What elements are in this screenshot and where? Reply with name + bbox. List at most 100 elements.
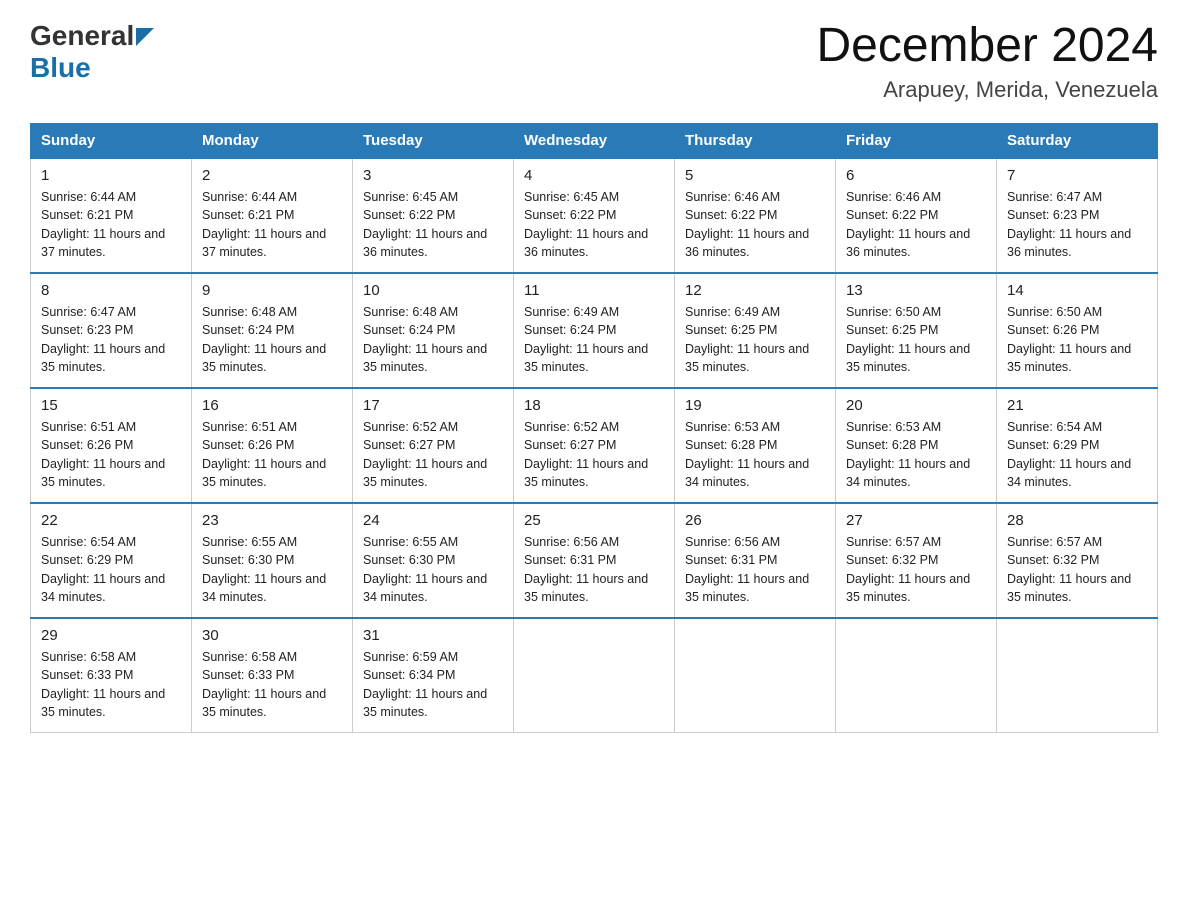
- col-header-saturday: Saturday: [997, 123, 1158, 158]
- week-row-1: 1 Sunrise: 6:44 AMSunset: 6:21 PMDaylight…: [31, 158, 1158, 273]
- calendar-cell: 4 Sunrise: 6:45 AMSunset: 6:22 PMDaylight…: [514, 158, 675, 273]
- day-info: Sunrise: 6:58 AMSunset: 6:33 PMDaylight:…: [41, 650, 165, 720]
- day-number: 20: [846, 395, 986, 416]
- day-info: Sunrise: 6:49 AMSunset: 6:24 PMDaylight:…: [524, 305, 648, 375]
- page-header: General Blue December 2024 Arapuey, Meri…: [30, 20, 1158, 103]
- day-info: Sunrise: 6:57 AMSunset: 6:32 PMDaylight:…: [1007, 535, 1131, 605]
- calendar-cell: 2 Sunrise: 6:44 AMSunset: 6:21 PMDaylight…: [192, 158, 353, 273]
- calendar-cell: 13 Sunrise: 6:50 AMSunset: 6:25 PMDayligh…: [836, 273, 997, 388]
- day-number: 10: [363, 280, 503, 301]
- calendar-cell: 30 Sunrise: 6:58 AMSunset: 6:33 PMDayligh…: [192, 618, 353, 733]
- day-number: 8: [41, 280, 181, 301]
- day-number: 30: [202, 625, 342, 646]
- col-header-wednesday: Wednesday: [514, 123, 675, 158]
- day-info: Sunrise: 6:49 AMSunset: 6:25 PMDaylight:…: [685, 305, 809, 375]
- calendar-cell: 15 Sunrise: 6:51 AMSunset: 6:26 PMDayligh…: [31, 388, 192, 503]
- calendar-cell: 22 Sunrise: 6:54 AMSunset: 6:29 PMDayligh…: [31, 503, 192, 618]
- day-info: Sunrise: 6:53 AMSunset: 6:28 PMDaylight:…: [846, 420, 970, 490]
- calendar-cell: 18 Sunrise: 6:52 AMSunset: 6:27 PMDayligh…: [514, 388, 675, 503]
- week-row-2: 8 Sunrise: 6:47 AMSunset: 6:23 PMDaylight…: [31, 273, 1158, 388]
- day-info: Sunrise: 6:48 AMSunset: 6:24 PMDaylight:…: [363, 305, 487, 375]
- day-info: Sunrise: 6:50 AMSunset: 6:25 PMDaylight:…: [846, 305, 970, 375]
- day-info: Sunrise: 6:52 AMSunset: 6:27 PMDaylight:…: [524, 420, 648, 490]
- calendar-cell: 12 Sunrise: 6:49 AMSunset: 6:25 PMDayligh…: [675, 273, 836, 388]
- day-info: Sunrise: 6:55 AMSunset: 6:30 PMDaylight:…: [202, 535, 326, 605]
- calendar-cell: 26 Sunrise: 6:56 AMSunset: 6:31 PMDayligh…: [675, 503, 836, 618]
- week-row-5: 29 Sunrise: 6:58 AMSunset: 6:33 PMDayligh…: [31, 618, 1158, 733]
- day-info: Sunrise: 6:44 AMSunset: 6:21 PMDaylight:…: [41, 190, 165, 260]
- day-number: 31: [363, 625, 503, 646]
- calendar-cell: 14 Sunrise: 6:50 AMSunset: 6:26 PMDayligh…: [997, 273, 1158, 388]
- logo-general-text: General: [30, 20, 134, 52]
- calendar-cell: 6Sunrise: 6:46 AMSunset: 6:22 PMDaylight…: [836, 158, 997, 273]
- calendar-cell: 7Sunrise: 6:47 AMSunset: 6:23 PMDaylight…: [997, 158, 1158, 273]
- day-number: 2: [202, 165, 342, 186]
- day-number: 16: [202, 395, 342, 416]
- calendar-cell: 24 Sunrise: 6:55 AMSunset: 6:30 PMDayligh…: [353, 503, 514, 618]
- calendar-cell: 25 Sunrise: 6:56 AMSunset: 6:31 PMDayligh…: [514, 503, 675, 618]
- calendar-cell: 8 Sunrise: 6:47 AMSunset: 6:23 PMDaylight…: [31, 273, 192, 388]
- day-number: 4: [524, 165, 664, 186]
- calendar-cell: [675, 618, 836, 733]
- calendar-cell: [997, 618, 1158, 733]
- calendar-cell: 27 Sunrise: 6:57 AMSunset: 6:32 PMDayligh…: [836, 503, 997, 618]
- day-info: Sunrise: 6:57 AMSunset: 6:32 PMDaylight:…: [846, 535, 970, 605]
- calendar-table: SundayMondayTuesdayWednesdayThursdayFrid…: [30, 123, 1158, 733]
- logo: General Blue: [30, 20, 154, 84]
- calendar-cell: 9Sunrise: 6:48 AMSunset: 6:24 PMDaylight…: [192, 273, 353, 388]
- day-info: Sunrise: 6:47 AMSunset: 6:23 PMDaylight:…: [1007, 190, 1131, 260]
- calendar-cell: 29 Sunrise: 6:58 AMSunset: 6:33 PMDayligh…: [31, 618, 192, 733]
- week-row-4: 22 Sunrise: 6:54 AMSunset: 6:29 PMDayligh…: [31, 503, 1158, 618]
- day-number: 9: [202, 280, 342, 301]
- day-number: 15: [41, 395, 181, 416]
- calendar-cell: 5 Sunrise: 6:46 AMSunset: 6:22 PMDaylight…: [675, 158, 836, 273]
- calendar-cell: 23Sunrise: 6:55 AMSunset: 6:30 PMDayligh…: [192, 503, 353, 618]
- logo-arrow-icon: [136, 28, 154, 51]
- calendar-header-row: SundayMondayTuesdayWednesdayThursdayFrid…: [31, 123, 1158, 158]
- day-info: Sunrise: 6:56 AMSunset: 6:31 PMDaylight:…: [524, 535, 648, 605]
- calendar-cell: 17Sunrise: 6:52 AMSunset: 6:27 PMDayligh…: [353, 388, 514, 503]
- col-header-thursday: Thursday: [675, 123, 836, 158]
- day-info: Sunrise: 6:45 AMSunset: 6:22 PMDaylight:…: [524, 190, 648, 260]
- day-info: Sunrise: 6:54 AMSunset: 6:29 PMDaylight:…: [41, 535, 165, 605]
- day-info: Sunrise: 6:44 AMSunset: 6:21 PMDaylight:…: [202, 190, 326, 260]
- calendar-cell: [836, 618, 997, 733]
- month-year-title: December 2024: [816, 20, 1158, 73]
- day-info: Sunrise: 6:56 AMSunset: 6:31 PMDaylight:…: [685, 535, 809, 605]
- col-header-friday: Friday: [836, 123, 997, 158]
- day-number: 26: [685, 510, 825, 531]
- day-info: Sunrise: 6:52 AMSunset: 6:27 PMDaylight:…: [363, 420, 487, 490]
- day-number: 21: [1007, 395, 1147, 416]
- day-number: 25: [524, 510, 664, 531]
- calendar-cell: 11 Sunrise: 6:49 AMSunset: 6:24 PMDayligh…: [514, 273, 675, 388]
- day-info: Sunrise: 6:47 AMSunset: 6:23 PMDaylight:…: [41, 305, 165, 375]
- day-number: 24: [363, 510, 503, 531]
- logo-blue-text: Blue: [30, 52, 91, 83]
- day-number: 14: [1007, 280, 1147, 301]
- calendar-cell: 3Sunrise: 6:45 AMSunset: 6:22 PMDaylight…: [353, 158, 514, 273]
- calendar-cell: 10 Sunrise: 6:48 AMSunset: 6:24 PMDayligh…: [353, 273, 514, 388]
- day-number: 27: [846, 510, 986, 531]
- day-number: 28: [1007, 510, 1147, 531]
- col-header-monday: Monday: [192, 123, 353, 158]
- day-number: 22: [41, 510, 181, 531]
- calendar-cell: 20 Sunrise: 6:53 AMSunset: 6:28 PMDayligh…: [836, 388, 997, 503]
- day-info: Sunrise: 6:50 AMSunset: 6:26 PMDaylight:…: [1007, 305, 1131, 375]
- calendar-cell: 1 Sunrise: 6:44 AMSunset: 6:21 PMDaylight…: [31, 158, 192, 273]
- day-number: 5: [685, 165, 825, 186]
- day-number: 13: [846, 280, 986, 301]
- day-info: Sunrise: 6:55 AMSunset: 6:30 PMDaylight:…: [363, 535, 487, 605]
- col-header-tuesday: Tuesday: [353, 123, 514, 158]
- day-info: Sunrise: 6:46 AMSunset: 6:22 PMDaylight:…: [685, 190, 809, 260]
- calendar-cell: 21Sunrise: 6:54 AMSunset: 6:29 PMDayligh…: [997, 388, 1158, 503]
- day-number: 1: [41, 165, 181, 186]
- location-subtitle: Arapuey, Merida, Venezuela: [816, 77, 1158, 103]
- day-number: 29: [41, 625, 181, 646]
- day-number: 6: [846, 165, 986, 186]
- day-number: 18: [524, 395, 664, 416]
- day-number: 12: [685, 280, 825, 301]
- day-info: Sunrise: 6:51 AMSunset: 6:26 PMDaylight:…: [41, 420, 165, 490]
- week-row-3: 15 Sunrise: 6:51 AMSunset: 6:26 PMDayligh…: [31, 388, 1158, 503]
- day-number: 11: [524, 280, 664, 301]
- day-info: Sunrise: 6:58 AMSunset: 6:33 PMDaylight:…: [202, 650, 326, 720]
